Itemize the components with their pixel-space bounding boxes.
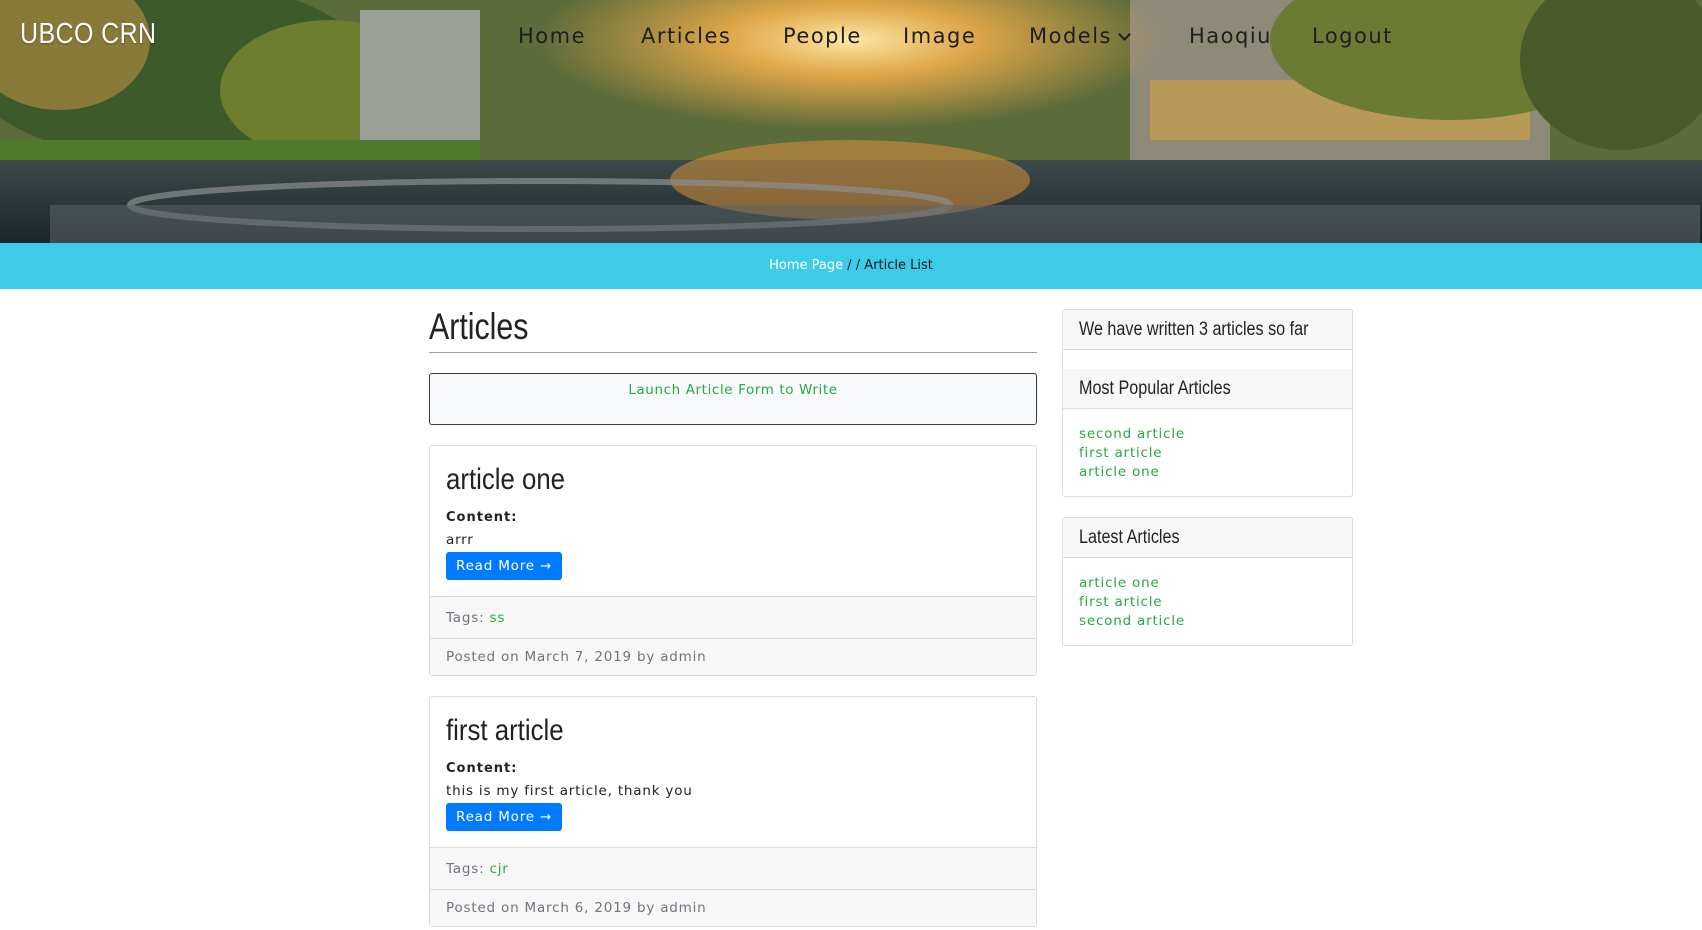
popular-list: second article first article article one xyxy=(1063,409,1352,496)
article-title[interactable]: first article xyxy=(446,711,940,751)
article-title[interactable]: article one xyxy=(446,460,940,500)
popular-heading: Most Popular Articles xyxy=(1063,369,1352,409)
article-count-heading: We have written 3 articles so far xyxy=(1063,310,1352,350)
content-label: Content: xyxy=(446,510,518,525)
read-more-button[interactable]: Read More → xyxy=(446,552,563,580)
nav-models[interactable]: Models xyxy=(1029,24,1131,48)
launch-article-form-button[interactable]: Launch Article Form to Write xyxy=(429,373,1037,425)
content-label: Content: xyxy=(446,761,518,776)
latest-title: Latest Articles xyxy=(1079,527,1180,548)
nav-people[interactable]: People xyxy=(783,24,862,48)
latest-articles-widget: Latest Articles article one first articl… xyxy=(1062,517,1353,646)
article-content: arrr xyxy=(446,532,474,548)
popular-article-link[interactable]: article one xyxy=(1079,463,1336,482)
nav-home[interactable]: Home xyxy=(518,24,586,48)
tags-label: Tags: xyxy=(446,610,485,626)
popular-title: Most Popular Articles xyxy=(1079,378,1231,399)
latest-article-link[interactable]: first article xyxy=(1079,593,1336,612)
breadcrumb-home-link[interactable]: Home Page xyxy=(769,258,843,273)
article-content: this is my first article, thank you xyxy=(446,783,693,799)
popular-article-link[interactable]: first article xyxy=(1079,444,1336,463)
hero-banner: UBCO CRN Home Articles People Image Mode… xyxy=(0,0,1702,243)
page-title: Articles xyxy=(429,306,529,347)
nav-user[interactable]: Haoqiu xyxy=(1189,24,1272,48)
latest-heading: Latest Articles xyxy=(1063,518,1352,558)
article-meta: Posted on March 6, 2019 by admin xyxy=(430,889,1036,926)
article-card: first article Content: this is my first … xyxy=(429,696,1037,927)
tag-link[interactable]: cjr xyxy=(490,861,509,877)
read-more-button[interactable]: Read More → xyxy=(446,803,563,831)
nav-logout[interactable]: Logout xyxy=(1312,24,1393,48)
popular-articles-widget: We have written 3 articles so far Most P… xyxy=(1062,309,1353,497)
nav-models-label: Models xyxy=(1029,24,1112,48)
brand-logo[interactable]: UBCO CRN xyxy=(20,18,156,51)
nav-image[interactable]: Image xyxy=(903,24,976,48)
latest-article-link[interactable]: article one xyxy=(1079,574,1336,593)
title-divider xyxy=(429,352,1037,353)
chevron-down-icon xyxy=(1118,28,1131,41)
article-card-body: first article Content: this is my first … xyxy=(430,697,1036,847)
article-card-body: article one Content: arrr Read More → xyxy=(430,446,1036,596)
article-tags: Tags: ss xyxy=(430,596,1036,638)
article-meta: Posted on March 7, 2019 by admin xyxy=(430,638,1036,675)
breadcrumb: Home Page / / Article List xyxy=(0,243,1702,289)
breadcrumb-current: Article List xyxy=(864,258,933,273)
tags-label: Tags: xyxy=(446,861,485,877)
tag-link[interactable]: ss xyxy=(490,610,506,626)
article-card: article one Content: arrr Read More → Ta… xyxy=(429,445,1037,676)
article-list: Articles Launch Article Form to Write ar… xyxy=(429,306,1037,927)
breadcrumb-separator: / / xyxy=(843,258,865,273)
article-count-text: We have written 3 articles so far xyxy=(1079,319,1309,340)
popular-article-link[interactable]: second article xyxy=(1079,425,1336,444)
sidebar: We have written 3 articles so far Most P… xyxy=(1062,309,1353,666)
widget-spacer xyxy=(1063,350,1352,369)
article-tags: Tags: cjr xyxy=(430,847,1036,889)
nav-articles[interactable]: Articles xyxy=(641,24,731,48)
latest-list: article one first article second article xyxy=(1063,558,1352,645)
latest-article-link[interactable]: second article xyxy=(1079,612,1336,631)
